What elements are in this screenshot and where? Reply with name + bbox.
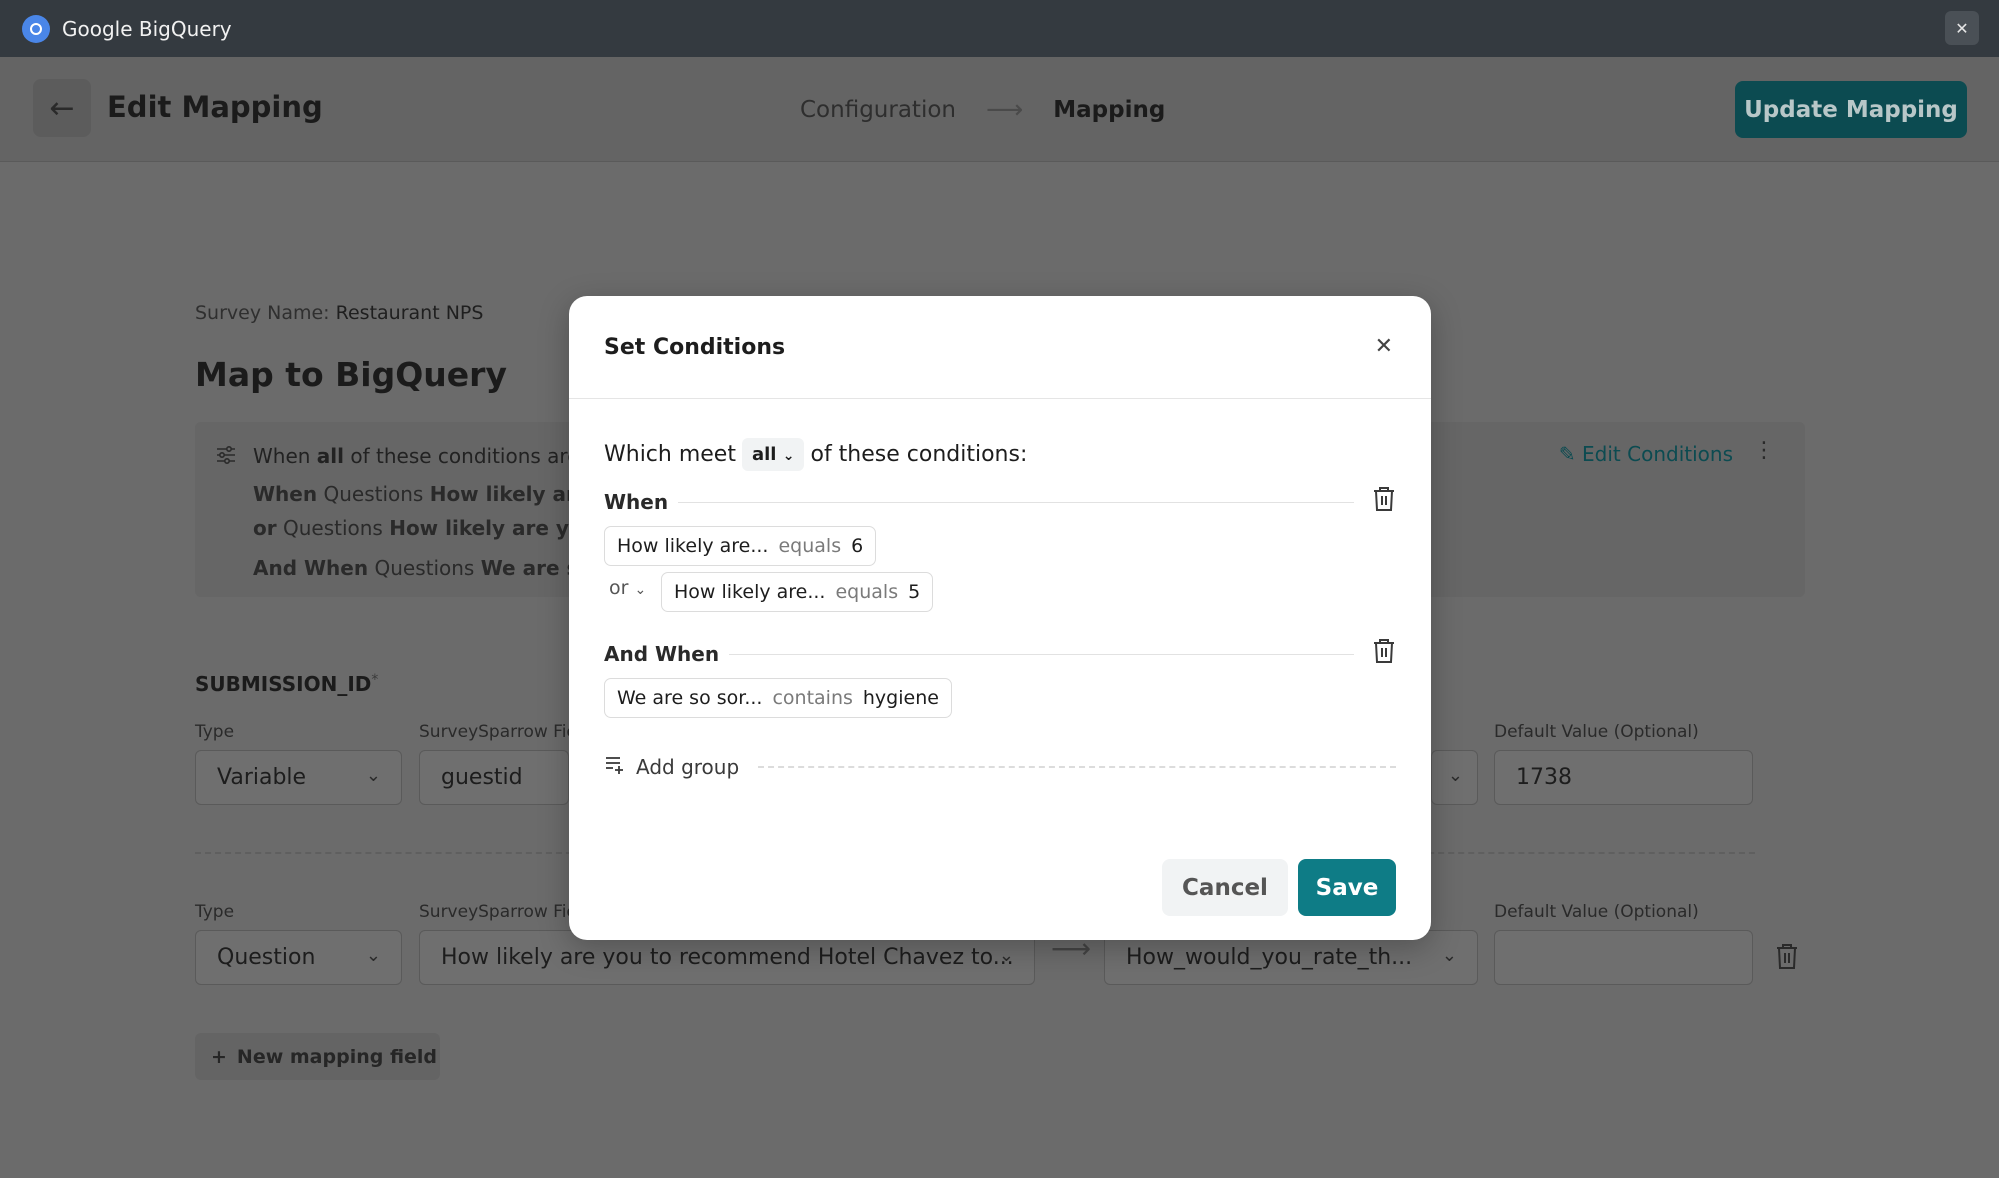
conditions-summary-line: When all of these conditions are n — [253, 444, 599, 468]
edit-conditions-link[interactable]: ✎ Edit Conditions — [1559, 442, 1733, 466]
joiner-select[interactable]: or ⌄ — [609, 577, 646, 599]
page-header: ← Edit Mapping Configuration ⟶ Mapping U… — [0, 57, 1999, 162]
step-arrow-icon: ⟶ — [985, 95, 1024, 125]
stepper: Configuration ⟶ Mapping — [800, 95, 1165, 125]
chevron-down-icon: ⌄ — [365, 765, 381, 786]
more-options-icon[interactable]: ⋮ — [1753, 438, 1775, 463]
default-value-label: Default Value (Optional) — [1494, 722, 1699, 742]
bigquery-logo-icon — [22, 14, 50, 43]
condition-chip[interactable]: How likely are... equals 5 — [661, 572, 934, 612]
cancel-button[interactable]: Cancel — [1162, 859, 1288, 916]
chevron-down-icon: ⌄ — [782, 448, 795, 464]
back-button[interactable]: ← — [33, 79, 91, 137]
conditions-summary-line: And When Questions We are so s — [253, 556, 611, 580]
filter-sliders-icon — [215, 444, 237, 471]
type-label: Type — [195, 902, 235, 922]
surveysparrow-field-label: SurveySparrow Fie — [419, 722, 577, 742]
default-value-input[interactable]: 1738 — [1494, 750, 1753, 805]
bigquery-field-select[interactable]: ⌄ — [1431, 750, 1478, 805]
conditions-summary-line: When Questions How likely are y — [253, 482, 610, 506]
modal-close-icon[interactable]: ✕ — [1375, 334, 1393, 359]
surveysparrow-field-select[interactable]: guestid — [419, 750, 569, 805]
type-select[interactable]: Variable ⌄ — [195, 750, 402, 805]
update-mapping-button[interactable]: Update Mapping — [1735, 81, 1967, 138]
condition-group-header: And When — [604, 638, 1396, 670]
window-close-button[interactable]: ✕ — [1945, 11, 1979, 45]
condition-chip[interactable]: How likely are... equals 6 — [604, 526, 877, 566]
pencil-icon: ✎ — [1558, 442, 1576, 466]
step-configuration[interactable]: Configuration — [800, 97, 956, 123]
match-mode-select[interactable]: all ⌄ — [741, 438, 805, 471]
modal-header: Set Conditions ✕ — [569, 296, 1431, 399]
page-title: Edit Mapping — [107, 90, 323, 124]
step-mapping[interactable]: Mapping — [1053, 97, 1165, 123]
delete-field-trash-icon[interactable] — [1775, 942, 1799, 976]
chevron-down-icon: ⌄ — [365, 945, 381, 966]
match-mode-row: Which meet all ⌄ of these conditions: — [604, 438, 1027, 471]
surveysparrow-field-label: SurveySparrow Fie — [419, 902, 577, 922]
set-conditions-modal: Set Conditions ✕ Which meet all ⌄ of the… — [569, 296, 1431, 940]
chevron-down-icon: ⌄ — [1447, 765, 1463, 786]
plus-icon: + — [211, 1045, 227, 1068]
delete-group-trash-icon[interactable] — [1372, 638, 1396, 670]
delete-group-trash-icon[interactable] — [1372, 486, 1396, 518]
app-titlebar: Google BigQuery ✕ — [0, 0, 1999, 57]
app-title: Google BigQuery — [62, 16, 232, 41]
survey-name: Survey Name: Restaurant NPS — [195, 302, 484, 324]
modal-title: Set Conditions — [604, 335, 786, 360]
type-label: Type — [195, 722, 235, 742]
new-mapping-field-button[interactable]: + New mapping field — [195, 1033, 440, 1080]
field-name-submission-id: SUBMISSION_ID* — [195, 672, 379, 696]
map-title: Map to BigQuery — [195, 355, 507, 394]
chevron-down-icon: ⌄ — [1441, 945, 1457, 966]
default-value-label: Default Value (Optional) — [1494, 902, 1699, 922]
conditions-summary-line: or Questions How likely are you t — [253, 516, 614, 540]
condition-group-header: When — [604, 486, 1396, 518]
chevron-down-icon: ⌄ — [634, 582, 647, 598]
chevron-down-icon: ⌄ — [998, 945, 1014, 966]
condition-chip[interactable]: We are so sor... contains hygiene — [604, 678, 952, 718]
add-group-button[interactable]: Add group — [604, 754, 739, 779]
type-select[interactable]: Question ⌄ — [195, 930, 402, 985]
default-value-input[interactable] — [1494, 930, 1753, 985]
save-button[interactable]: Save — [1298, 859, 1396, 916]
add-list-icon — [604, 754, 626, 779]
